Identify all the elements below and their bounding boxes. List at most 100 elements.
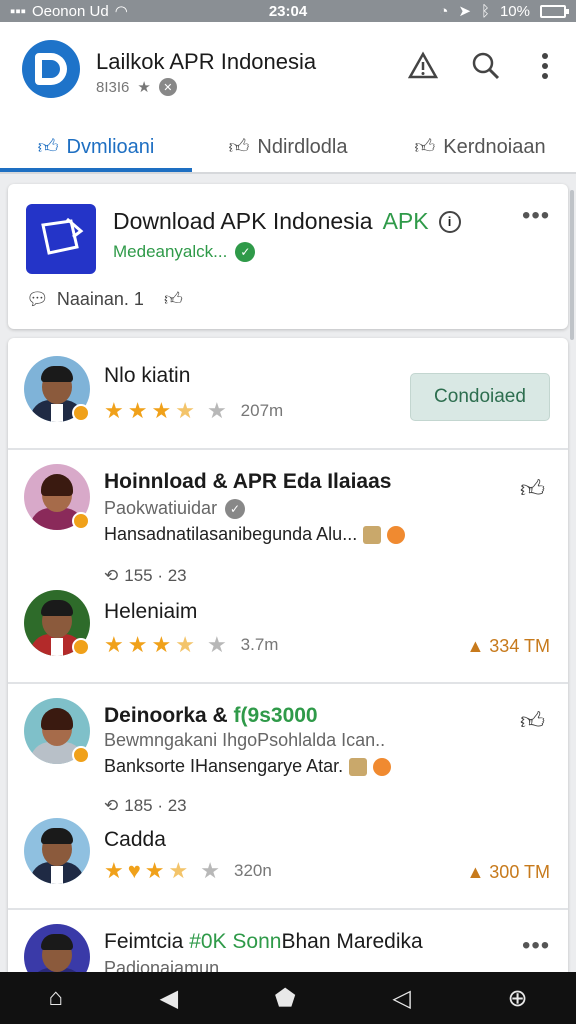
list-item-author: Bewmngakani IhgoPsohlalda Ican.. bbox=[104, 730, 386, 750]
apk-app-icon bbox=[26, 204, 96, 274]
home-icon[interactable]: ⬟ bbox=[275, 984, 296, 1013]
clock: 23:04 bbox=[268, 2, 308, 20]
app-mini-icon bbox=[349, 757, 368, 776]
more-horiz-icon[interactable]: ••• bbox=[522, 202, 550, 230]
app-logo bbox=[22, 40, 80, 98]
badge-icon bbox=[72, 404, 90, 422]
scrollbar[interactable] bbox=[570, 190, 574, 340]
tab-bar: 👍︎ Dvmlioani 👍︎ Ndirdlodla 👍︎ Kerdnoiaan bbox=[0, 122, 576, 172]
description-text: Banksorte IHansengarye Atar. bbox=[104, 756, 344, 776]
download-count-text: 300 TM bbox=[489, 862, 550, 882]
badge-icon bbox=[72, 638, 90, 656]
thumb-up-icon: 👍︎ bbox=[228, 136, 250, 158]
app-mini-icon bbox=[387, 525, 406, 544]
featured-subtitle-text: Medeanyalck... bbox=[113, 242, 228, 261]
app-mini-icon bbox=[363, 525, 382, 544]
author-text: Paokwatiuidar bbox=[104, 498, 218, 518]
avatar bbox=[24, 924, 90, 978]
title-part: Bhan Maredika bbox=[281, 930, 423, 953]
comment-meta: 💬︎ Naainan. 1 bbox=[26, 289, 144, 310]
comment-icon: 💬︎ bbox=[26, 288, 49, 309]
avatar bbox=[24, 818, 90, 884]
battery-percent: 10% bbox=[499, 2, 530, 20]
rating-stars: ★ ★ ★ ★ ★ 207m bbox=[104, 398, 284, 423]
verified-icon: ✕ bbox=[158, 78, 177, 96]
bluetooth-icon: ᛒ bbox=[480, 2, 490, 20]
rating-stars: ★ ♥ ★ ★ ★ 320n bbox=[104, 858, 272, 883]
app-mini-icon bbox=[373, 757, 392, 776]
rating-meta: 320n bbox=[234, 861, 272, 880]
download-button[interactable]: Condoiaed bbox=[410, 373, 550, 421]
wifi-icon: ◠ bbox=[114, 3, 128, 20]
title-part: Feimtcia bbox=[104, 930, 184, 953]
assistant-icon[interactable]: ⊕ bbox=[508, 984, 528, 1013]
fire-icon: ▲ bbox=[466, 862, 485, 882]
repost-icon: ⟲ bbox=[104, 796, 119, 815]
tab-label: Kerdnoiaan bbox=[443, 135, 546, 158]
divider bbox=[8, 682, 568, 684]
status-bar: ▪▪▪ Oeonon Ud ◠ 23:04 ◔ ➤ ᛒ 10% bbox=[0, 0, 576, 22]
signal-icon: ▪▪▪ bbox=[10, 2, 26, 20]
info-icon[interactable]: i bbox=[438, 210, 461, 233]
thumb-up-icon: 👍︎ bbox=[37, 136, 59, 158]
apk-tag: APK bbox=[382, 208, 429, 234]
nav-back-outline-icon[interactable]: ◁ bbox=[392, 984, 410, 1013]
rating-meta: 3.7m bbox=[240, 635, 279, 654]
home-app-icon[interactable]: ⌂ bbox=[48, 984, 63, 1012]
verified-icon: ✓ bbox=[235, 242, 256, 262]
badge-icon bbox=[72, 512, 90, 530]
more-horiz-icon[interactable]: ••• bbox=[522, 932, 550, 960]
app-title: Lailkok APR Indonesia bbox=[96, 49, 317, 74]
rating-stars: ★ ★ ★ ★ ★ 3.7m bbox=[104, 632, 279, 657]
download-count-text: 334 TM bbox=[489, 636, 550, 656]
list-item-title: Heleniaim bbox=[104, 600, 198, 623]
title-tag: #0K Sonn bbox=[189, 930, 282, 953]
tab-kerdnoiaan[interactable]: 👍︎ Kerdnoiaan bbox=[384, 122, 576, 172]
divider bbox=[8, 908, 568, 910]
badge-icon bbox=[72, 746, 90, 764]
more-vert-icon[interactable] bbox=[527, 48, 563, 84]
list-item-author: Paokwatiuidar ✓ bbox=[104, 498, 246, 519]
divider bbox=[8, 448, 568, 450]
list-item-title: Hoinnload & APR Eda Ilaiaas bbox=[104, 470, 392, 493]
list-item-desc: Hansadnatilasanibegunda Alu... bbox=[104, 524, 406, 545]
verified-icon: ✓ bbox=[225, 498, 246, 519]
download-count: ▲ 334 TM bbox=[466, 636, 550, 657]
alarm-icon: ◔ bbox=[439, 2, 449, 20]
battery-icon bbox=[540, 4, 569, 18]
count-text: 185 · 23 bbox=[124, 796, 187, 815]
description-text: Hansadnatilasanibegunda Alu... bbox=[104, 524, 358, 544]
featured-app-card[interactable]: Download APK Indonesia APK i Medeanyalck… bbox=[8, 184, 568, 329]
location-icon: ➤ bbox=[458, 3, 471, 20]
share-icon[interactable]: 👍︎ bbox=[520, 476, 545, 504]
warning-icon[interactable] bbox=[405, 48, 441, 84]
tabs-divider bbox=[0, 172, 576, 174]
count-text: 155 · 23 bbox=[124, 566, 187, 585]
like-icon[interactable]: 👍︎ bbox=[164, 288, 183, 310]
list-item-title: Cadda bbox=[104, 828, 166, 851]
carrier-label: Oeonon Ud bbox=[31, 2, 109, 20]
download-count: ▲ 300 TM bbox=[466, 862, 550, 883]
featured-title: Download APK Indonesia APK i bbox=[113, 208, 461, 235]
comment-count: Naainan. 1 bbox=[56, 288, 144, 309]
back-icon[interactable]: ◀ bbox=[160, 984, 178, 1013]
system-nav-bar: ⌂ ◀ ⬟ ◁ ⊕ bbox=[0, 972, 576, 1024]
search-icon[interactable] bbox=[468, 48, 504, 84]
tab-label: Dvmlioani bbox=[66, 135, 155, 158]
title-part: Deinoorka & bbox=[104, 704, 228, 727]
share-icon[interactable]: 👍︎ bbox=[520, 708, 545, 736]
tab-label: Ndirdlodla bbox=[257, 135, 348, 158]
engagement-counts: ⟲ 185 · 23 bbox=[104, 796, 187, 816]
tab-ndirdlodla[interactable]: 👍︎ Ndirdlodla bbox=[192, 122, 384, 172]
list-item-title: Deinoorka & f(9s3000 bbox=[104, 704, 318, 728]
list-item-desc: Banksorte IHansengarye Atar. bbox=[104, 756, 392, 777]
tab-dvmlioani[interactable]: 👍︎ Dvmlioani bbox=[0, 122, 192, 172]
list-item-title: Feimtcia #0K SonnBhan Maredika bbox=[104, 930, 423, 954]
featured-meta: 💬︎ Naainan. 1 👍︎ bbox=[26, 288, 183, 310]
app-subtitle-text: 8I3I6 bbox=[96, 78, 130, 96]
rating-meta: 207m bbox=[240, 401, 284, 420]
thumb-up-icon: 👍︎ bbox=[414, 136, 436, 158]
engagement-counts: ⟲ 155 · 23 bbox=[104, 566, 187, 586]
repost-icon: ⟲ bbox=[104, 566, 119, 585]
app-subtitle: 8I3I6 ★ ✕ bbox=[96, 78, 177, 96]
